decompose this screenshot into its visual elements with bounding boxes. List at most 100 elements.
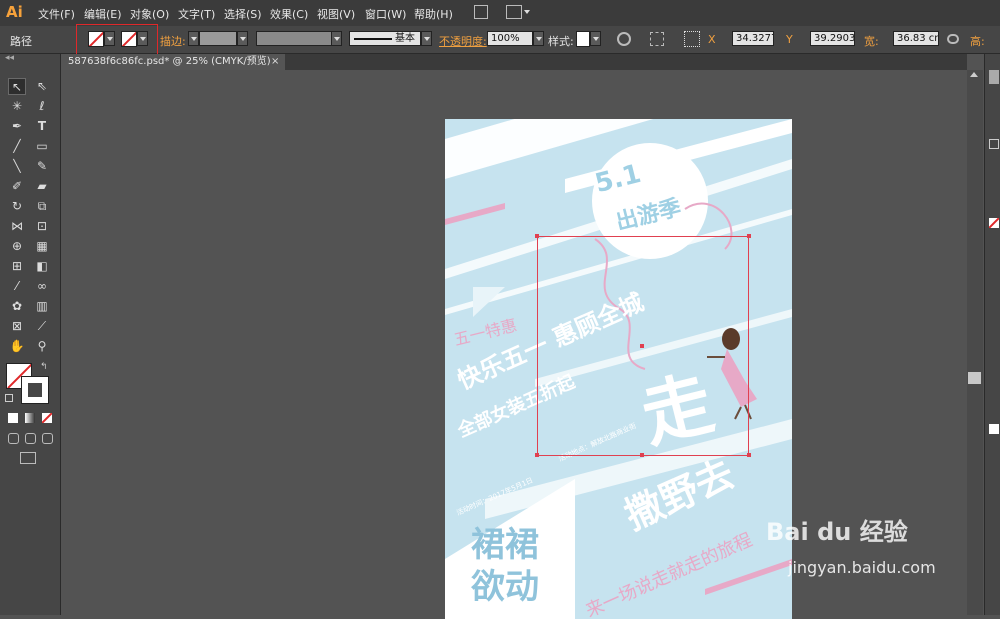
- center-point: [640, 344, 644, 348]
- gradient-mode-icon[interactable]: [25, 413, 35, 423]
- draw-normal-icon[interactable]: [8, 433, 19, 444]
- default-colors-icon[interactable]: [5, 394, 13, 402]
- character-panel-icon[interactable]: [989, 139, 999, 149]
- rectangle-tool-icon[interactable]: ▭: [33, 138, 51, 155]
- width-field[interactable]: 36.83 cm: [893, 31, 939, 46]
- selection-bounding-box[interactable]: [535, 234, 751, 457]
- style-swatch[interactable]: [576, 31, 590, 47]
- menu-view[interactable]: 视图(V): [317, 6, 355, 22]
- fill-stroke-highlight: [76, 24, 158, 57]
- menu-select[interactable]: 选择(S): [224, 6, 262, 22]
- vertical-scrollbar[interactable]: [967, 70, 983, 615]
- hand-tool-icon[interactable]: ✋: [8, 338, 26, 355]
- handle-bottom-right[interactable]: [747, 453, 751, 457]
- menu-bar: Ai 文件(F) 编辑(E) 对象(O) 文字(T) 选择(S) 效果(C) 视…: [0, 0, 1000, 27]
- align-icon[interactable]: [650, 32, 664, 46]
- x-field[interactable]: 34.3277: [732, 31, 774, 46]
- style-dropdown[interactable]: [590, 31, 601, 46]
- lasso-tool-icon[interactable]: ℓ: [33, 98, 51, 115]
- mesh-tool-icon[interactable]: ⊞: [8, 258, 26, 275]
- width-tool-icon[interactable]: ⋈: [8, 218, 26, 235]
- handle-bottom-left[interactable]: [535, 453, 539, 457]
- opacity-field[interactable]: 100%: [487, 31, 533, 46]
- line-tool-icon[interactable]: ╱: [8, 138, 26, 155]
- menu-type[interactable]: 文字(T): [178, 6, 215, 22]
- stroke-weight-label[interactable]: 描边:: [160, 33, 186, 49]
- scroll-up-icon[interactable]: [970, 72, 978, 77]
- tools-panel: ◂◂ ↖ ⇖ ✳ ℓ ✒ T ╱ ▭ ╲ ✎ ✐ ▰ ↻ ⧉ ⋈ ⊡ ⊕ ▦ ⊞…: [0, 53, 61, 615]
- column-graph-tool-icon[interactable]: ▥: [33, 298, 51, 315]
- width-label: 宽:: [864, 35, 879, 48]
- perspective-grid-tool-icon[interactable]: ▦: [33, 238, 51, 255]
- arrange-documents-icon[interactable]: [506, 5, 522, 19]
- menu-file[interactable]: 文件(F): [38, 6, 75, 22]
- reference-point-icon[interactable]: [684, 31, 700, 47]
- baidu-watermark: Bai du 经验 jingyan.baidu.com: [766, 512, 946, 592]
- eyedropper-tool-icon[interactable]: ⁄: [8, 278, 26, 295]
- style-label: 样式:: [548, 35, 574, 48]
- recolor-artwork-icon[interactable]: [617, 32, 631, 46]
- close-tab-icon[interactable]: ×: [271, 54, 279, 70]
- selection-tool-icon[interactable]: ↖: [8, 78, 26, 95]
- magic-wand-tool-icon[interactable]: ✳: [8, 98, 26, 115]
- opacity-dropdown[interactable]: [533, 31, 544, 46]
- swap-fill-stroke-icon[interactable]: ↰: [40, 362, 48, 372]
- profile-dropdown[interactable]: [331, 31, 342, 46]
- zoom-tool-icon[interactable]: ⚲: [33, 338, 51, 355]
- chevron-down-icon[interactable]: [524, 10, 530, 14]
- constrain-proportions-icon[interactable]: [947, 34, 959, 44]
- handle-top-left[interactable]: [535, 234, 539, 238]
- variable-width-profile[interactable]: [256, 31, 342, 46]
- color-panel-icon[interactable]: [989, 218, 999, 228]
- stroke-color-icon[interactable]: [21, 376, 49, 404]
- artboard-tool-icon[interactable]: ⊠: [8, 318, 26, 335]
- shape-builder-tool-icon[interactable]: ⊕: [8, 238, 26, 255]
- y-field[interactable]: 39.2903: [810, 31, 855, 46]
- menu-edit[interactable]: 编辑(E): [84, 6, 122, 22]
- rotate-tool-icon[interactable]: ↻: [8, 198, 26, 215]
- handle-top-right[interactable]: [747, 234, 751, 238]
- watermark-brand: Bai du 经验: [766, 518, 908, 546]
- draw-behind-icon[interactable]: [25, 433, 36, 444]
- menu-window[interactable]: 窗口(W): [365, 6, 406, 22]
- scale-tool-icon[interactable]: ⧉: [33, 198, 51, 215]
- type-tool-icon[interactable]: T: [33, 118, 51, 135]
- blend-tool-icon[interactable]: ∞: [33, 278, 51, 295]
- height-label: 高:: [970, 35, 985, 48]
- menu-object[interactable]: 对象(O): [130, 6, 169, 22]
- color-mode-icon[interactable]: [8, 413, 18, 423]
- appearance-panel-icon[interactable]: [989, 424, 999, 434]
- app-logo: Ai: [6, 3, 23, 21]
- slice-tool-icon[interactable]: ⟋: [33, 318, 51, 335]
- stroke-weight-stepper[interactable]: [188, 31, 199, 46]
- direct-selection-tool-icon[interactable]: ⇖: [33, 78, 51, 95]
- right-panel-dock: [984, 54, 1000, 615]
- screen-mode-icon[interactable]: [20, 452, 36, 464]
- eraser-tool-icon[interactable]: ▰: [33, 178, 51, 195]
- brush-dropdown[interactable]: [421, 31, 432, 46]
- gradient-tool-icon[interactable]: ◧: [33, 258, 51, 275]
- blob-brush-tool-icon[interactable]: ✐: [8, 178, 26, 195]
- stroke-weight-field[interactable]: [199, 31, 237, 46]
- none-mode-icon[interactable]: [42, 413, 52, 423]
- symbol-sprayer-tool-icon[interactable]: ✿: [8, 298, 26, 315]
- stroke-weight-dropdown[interactable]: [237, 31, 248, 46]
- panel-tab-icon[interactable]: [989, 70, 999, 84]
- collapse-icon[interactable]: ◂◂: [5, 53, 14, 63]
- handle-bottom-center[interactable]: [640, 453, 644, 457]
- pen-tool-icon[interactable]: ✒: [8, 118, 26, 135]
- menu-effect[interactable]: 效果(C): [270, 6, 308, 22]
- pencil-tool-icon[interactable]: ✎: [33, 158, 51, 175]
- free-transform-tool-icon[interactable]: ⊡: [33, 218, 51, 235]
- paintbrush-tool-icon[interactable]: ╲: [8, 158, 26, 175]
- watermark-url: jingyan.baidu.com: [788, 558, 936, 577]
- opacity-label[interactable]: 不透明度:: [439, 33, 487, 49]
- menu-help[interactable]: 帮助(H): [414, 6, 453, 22]
- scrollbar-thumb[interactable]: [968, 372, 981, 384]
- x-label: X: [708, 33, 716, 46]
- object-type-label: 路径: [10, 35, 32, 48]
- document-tab[interactable]: 587638f6c86fc.psd* @ 25% (CMYK/预览) ×: [61, 54, 285, 70]
- bridge-icon[interactable]: [474, 5, 488, 19]
- draw-inside-icon[interactable]: [42, 433, 53, 444]
- brush-definition[interactable]: 基本: [349, 31, 421, 46]
